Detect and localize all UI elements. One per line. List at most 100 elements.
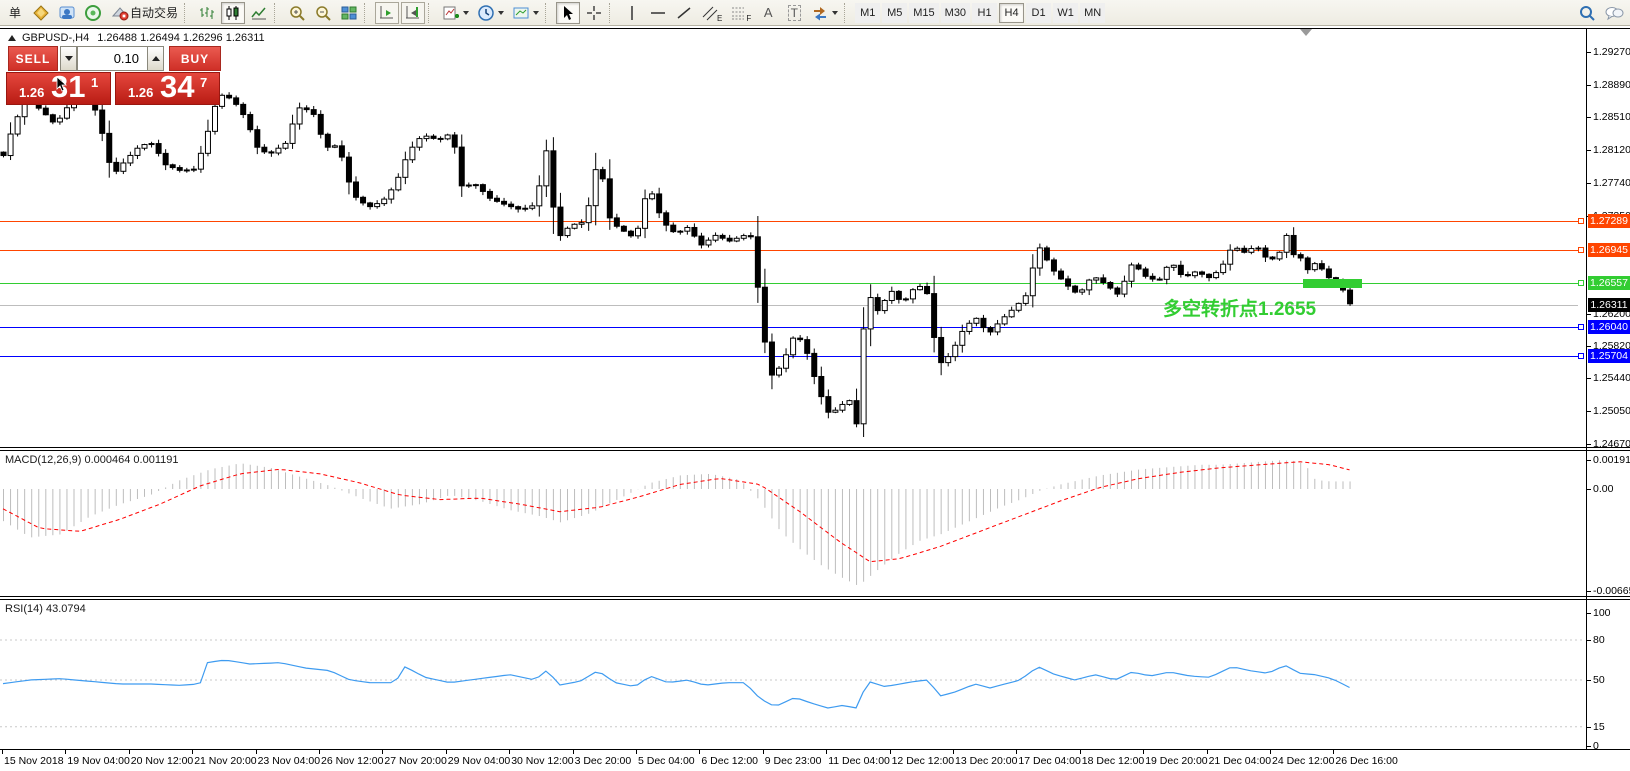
buy-button[interactable]: BUY (169, 46, 221, 71)
pane-splitter[interactable] (0, 599, 1630, 600)
arrow-up-icon (152, 56, 160, 61)
toolbar-separator (364, 3, 372, 23)
toolbar-separator (609, 3, 617, 23)
trendline-tool-button[interactable] (672, 2, 696, 24)
search-icon (1578, 4, 1596, 22)
candlestick-chart-type-button[interactable] (221, 2, 245, 24)
horizontal-line-tool-button[interactable] (646, 2, 670, 24)
volume-increase-button[interactable] (147, 46, 164, 71)
level-price-label: 1.25704 (1588, 349, 1630, 363)
dropdown-arrow-icon[interactable] (463, 11, 469, 15)
timeframe-button-m1[interactable]: M1 (855, 3, 880, 23)
search-button[interactable] (1575, 2, 1599, 24)
dropdown-arrow-icon[interactable] (498, 11, 504, 15)
collapse-panel-icon[interactable] (8, 35, 16, 41)
info-circle-icon (84, 4, 102, 22)
chart-shift-marker-icon (1300, 29, 1312, 36)
bar-chart-type-button[interactable] (195, 2, 219, 24)
zoom-out-button[interactable] (311, 2, 335, 24)
buy-price-box[interactable]: 1.26 34 7 (115, 72, 220, 105)
price-axis-tick-label: 1.28890 (1593, 80, 1630, 91)
volume-input[interactable]: 0.10 (77, 46, 148, 71)
timeframe-button-mn[interactable]: MN (1080, 3, 1105, 23)
timeframe-button-m30[interactable]: M30 (941, 3, 970, 23)
rsi-axis-tick-label: 100 (1593, 608, 1630, 619)
rsi-pane[interactable] (0, 600, 1586, 749)
arrow-down-icon (65, 56, 73, 61)
line-chart-type-button[interactable] (247, 2, 271, 24)
crosshair-tool-button[interactable] (582, 2, 606, 24)
time-axis-label: 13 Dec 20:00 (955, 755, 1017, 767)
main-chart-pane[interactable] (0, 29, 1586, 447)
dropdown-arrow-icon[interactable] (832, 11, 838, 15)
toolbar-separator (545, 3, 553, 23)
toolbar-separator (428, 3, 436, 23)
bar-chart-icon (198, 4, 216, 22)
fibonacci-tool-button[interactable]: F (727, 2, 754, 24)
time-axis-tickmark (319, 750, 320, 754)
price-axis-border (1586, 28, 1587, 750)
rsi-axis-tick-label: 50 (1593, 675, 1630, 686)
community-button[interactable] (81, 2, 105, 24)
horizontal-line-icon (650, 6, 666, 20)
market-watch-button[interactable] (29, 2, 53, 24)
pane-splitter[interactable] (0, 450, 1630, 451)
pane-splitter[interactable] (0, 447, 1630, 448)
time-axis-label: 3 Dec 20:00 (575, 755, 632, 767)
toolbar-separator (184, 3, 192, 23)
time-axis-border (0, 749, 1630, 750)
chat-button[interactable] (1601, 2, 1627, 24)
timeframe-button-h1[interactable]: H1 (972, 3, 997, 23)
zoom-in-button[interactable] (285, 2, 309, 24)
rsi-label: RSI(14) 43.0794 (5, 603, 86, 615)
candlestick-chart-icon (224, 4, 242, 22)
time-axis-tickmark (1080, 750, 1081, 754)
indicators-button[interactable] (439, 2, 472, 24)
volume-decrease-button[interactable] (60, 46, 77, 71)
time-axis-tickmark (382, 750, 383, 754)
templates-button[interactable] (509, 2, 542, 24)
toolbar: 单 自动交易 (0, 0, 1630, 26)
time-axis-label: 21 Nov 20:00 (194, 755, 256, 767)
time-axis-label: 19 Nov 04:00 (67, 755, 129, 767)
auto-scroll-button[interactable] (375, 2, 399, 24)
time-axis-tickmark (953, 750, 954, 754)
time-axis-tickmark (826, 750, 827, 754)
toolbar-separator (844, 3, 852, 23)
timeframe-button-h4[interactable]: H4 (999, 3, 1024, 23)
vertical-line-tool-button[interactable] (620, 2, 644, 24)
sell-button[interactable]: SELL (8, 46, 58, 71)
timeframe-button-w1[interactable]: W1 (1053, 3, 1078, 23)
timeframe-button-d1[interactable]: D1 (1026, 3, 1051, 23)
time-axis-tickmark (573, 750, 574, 754)
ohlc-values: 1.26488 1.26494 1.26296 1.26311 (97, 32, 264, 44)
arrows-tool-button[interactable] (808, 2, 841, 24)
person-icon (58, 4, 76, 22)
tile-windows-icon (340, 4, 358, 22)
text-tool-button[interactable]: A (756, 2, 780, 24)
channel-tool-button[interactable]: E (698, 2, 725, 24)
macd-axis-tick-label: -0.006659 (1593, 586, 1630, 597)
pane-splitter[interactable] (0, 596, 1630, 597)
buy-price-main: 34 (160, 69, 194, 105)
tile-windows-button[interactable] (337, 2, 361, 24)
timeframe-group: M1M5M15M30H1H4D1W1MN (854, 3, 1106, 23)
time-axis-tickmark (699, 750, 700, 754)
new-order-button[interactable]: 单 (3, 2, 27, 24)
autotrading-button[interactable]: 自动交易 (107, 2, 181, 24)
timeframe-button-m15[interactable]: M15 (909, 3, 938, 23)
period-button[interactable] (474, 2, 507, 24)
cursor-tool-button[interactable] (556, 2, 580, 24)
line-chart-icon (250, 4, 268, 22)
timeframe-button-m5[interactable]: M5 (882, 3, 907, 23)
chart-shift-button[interactable] (401, 2, 425, 24)
label-tool-button[interactable]: T (782, 2, 806, 24)
contacts-button[interactable] (55, 2, 79, 24)
dropdown-arrow-icon[interactable] (533, 11, 539, 15)
sell-price-prefix: 1.26 (19, 85, 44, 100)
macd-pane[interactable] (0, 451, 1586, 596)
price-axis-tick-label: 1.25440 (1593, 373, 1630, 384)
cursor-icon (560, 5, 576, 21)
channel-letter: E (717, 14, 722, 23)
time-axis-tickmark (763, 750, 764, 754)
